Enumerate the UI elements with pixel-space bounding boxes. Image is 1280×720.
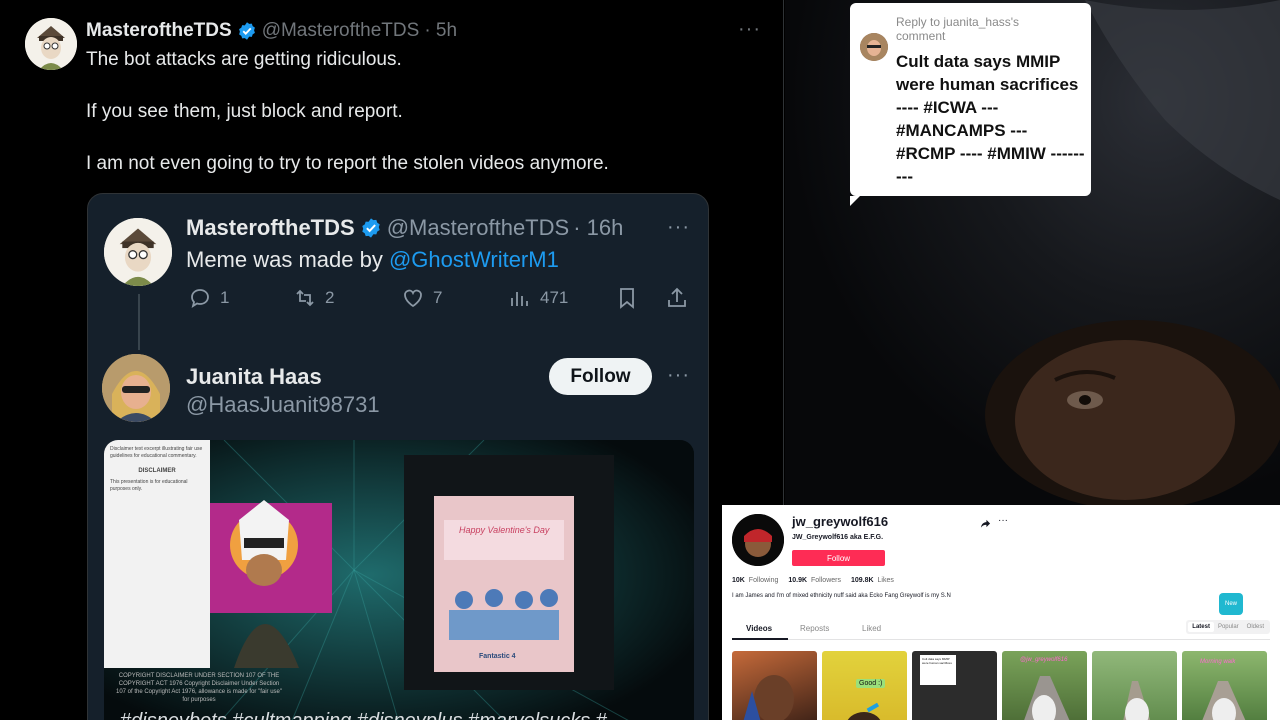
sort-popular[interactable]: Popular: [1214, 622, 1243, 632]
author-avatar[interactable]: [25, 18, 77, 70]
like-button[interactable]: 7: [401, 286, 442, 310]
video-thumbnail[interactable]: [732, 651, 817, 720]
bookmark-button[interactable]: [615, 286, 639, 310]
analytics-icon: [511, 292, 528, 306]
profile-follow-button[interactable]: Follow: [792, 550, 885, 566]
reply-author-avatar[interactable]: [102, 354, 170, 422]
verified-icon: [238, 22, 255, 40]
reply-author-name[interactable]: Juanita Haas: [186, 364, 322, 390]
share-button[interactable]: [665, 286, 689, 310]
stat-following[interactable]: 10K Following: [732, 577, 778, 584]
thumbnail-label: Good :): [856, 679, 886, 688]
sort-toggle: Latest Popular Oldest: [1186, 620, 1270, 634]
stat-followers[interactable]: 10.9K Followers: [788, 577, 841, 584]
reply-author-handle[interactable]: @HaasJuanit98731: [186, 392, 380, 418]
share-icon: [668, 287, 686, 307]
tweet-text-line-2: If you see them, just block and report.: [86, 101, 403, 122]
thumbnail-label: Morning walk: [1200, 659, 1236, 665]
video-thumbnail[interactable]: Morning walk: [1182, 651, 1267, 720]
tiktok-profile-panel: jw_greywolf616 ··· JW_Greywolf616 aka E.…: [722, 505, 1280, 720]
quoted-post-card[interactable]: MasteroftheTDS @MasteroftheTDS · 16h ···…: [87, 193, 709, 720]
profile-username: jw_greywolf616: [792, 514, 889, 529]
profile-bio: I am James and I'm of mixed ethnicity nu…: [732, 593, 951, 599]
repost-icon: [296, 289, 314, 307]
video-grid: Good :) Cult data says MMIP were human s…: [732, 651, 1267, 720]
reply-more-options-icon[interactable]: ···: [667, 364, 690, 387]
tweet-time[interactable]: · 5h: [424, 20, 457, 42]
mention-link[interactable]: @GhostWriterM1: [389, 247, 559, 273]
tweet-text-line-1: The bot attacks are getting ridiculous.: [86, 49, 402, 70]
profile-more-icon[interactable]: ···: [998, 515, 1008, 526]
stat-likes: 109.8K Likes: [850, 577, 894, 584]
reply-count: 1: [220, 288, 230, 307]
commenter-avatar: [860, 33, 888, 61]
disclaimer-document: Disclaimer text excerpt illustrating fai…: [104, 440, 210, 668]
tweet-panel: MasteroftheTDS @MasteroftheTDS · 5h ··· …: [0, 0, 784, 720]
quote-header: MasteroftheTDS @MasteroftheTDS · 16h: [186, 214, 623, 242]
reply-button[interactable]: 1: [188, 286, 229, 310]
repost-button[interactable]: 2: [293, 286, 334, 310]
tab-videos[interactable]: Videos: [746, 624, 772, 633]
share-icon[interactable]: [980, 518, 991, 529]
thumbnail-label: @jw_greywolf616: [1020, 657, 1068, 663]
quote-author-handle[interactable]: @MasteroftheTDS: [387, 215, 570, 241]
profile-nickname: JW_Greywolf616 aka E.F.G.: [792, 534, 884, 541]
quote-text-prefix: Meme was made by: [186, 247, 389, 272]
like-count: 7: [433, 288, 443, 307]
copyright-caption: COPYRIGHT DISCLAIMER UNDER SECTION 107 O…: [115, 673, 283, 703]
repost-count: 2: [325, 288, 335, 307]
reply-comment-bubble[interactable]: Reply to juanita_hass's comment Cult dat…: [850, 3, 1091, 206]
quote-author-name[interactable]: MasteroftheTDS: [186, 215, 355, 241]
quote-author-avatar[interactable]: [104, 218, 172, 286]
quote-text: Meme was made by @GhostWriterM1: [186, 247, 559, 273]
hashtag-overlay: #disneybots #cultmapping #disneyplus #ma…: [120, 710, 607, 720]
thread-connector: [138, 294, 140, 350]
tweet-header: MasteroftheTDS @MasteroftheTDS · 5h: [86, 20, 457, 42]
profile-avatar[interactable]: [732, 514, 784, 566]
reply-comment-text: Cult data says MMIP were human sacrifice…: [896, 52, 1085, 186]
more-options-icon[interactable]: ···: [738, 18, 761, 41]
bookmark-icon: [620, 288, 634, 309]
new-badge[interactable]: New: [1219, 593, 1243, 615]
author-handle[interactable]: @MasteroftheTDS: [262, 20, 420, 42]
poster-title: Happy Valentine's Day: [459, 525, 550, 535]
tab-reposts[interactable]: Reposts: [800, 624, 829, 633]
quote-time[interactable]: · 16h: [573, 215, 623, 241]
views-button[interactable]: 471: [508, 286, 568, 310]
meme-image[interactable]: Disclaimer text excerpt illustrating fai…: [104, 440, 694, 720]
tab-liked[interactable]: Liked: [862, 624, 881, 633]
reply-icon: [191, 289, 209, 308]
video-thumbnail[interactable]: [1092, 651, 1177, 720]
view-count: 471: [540, 288, 569, 307]
verified-icon: [361, 218, 380, 238]
video-thumbnail[interactable]: Good :): [822, 651, 907, 720]
author-name[interactable]: MasteroftheTDS: [86, 20, 232, 42]
poster-subtitle: Fantastic 4: [479, 653, 516, 660]
sort-latest[interactable]: Latest: [1188, 622, 1214, 632]
quote-more-options-icon[interactable]: ···: [667, 216, 690, 239]
active-tab-indicator: [732, 638, 788, 640]
follow-button[interactable]: Follow: [549, 358, 652, 395]
video-thumbnail[interactable]: @jw_greywolf616: [1002, 651, 1087, 720]
video-thumbnail[interactable]: Cult data says MMIP were human sacrifice…: [912, 651, 997, 720]
sort-oldest[interactable]: Oldest: [1243, 622, 1268, 632]
tweet-text-line-3: I am not even going to try to report the…: [86, 153, 609, 174]
heart-icon: [404, 289, 422, 308]
profile-stats: 10K Following 10.9K Followers 109.8K Lik…: [732, 577, 894, 584]
disclaimer-heading: DISCLAIMER: [138, 468, 176, 474]
reply-to-label: Reply to juanita_hass's comment: [896, 15, 1020, 43]
